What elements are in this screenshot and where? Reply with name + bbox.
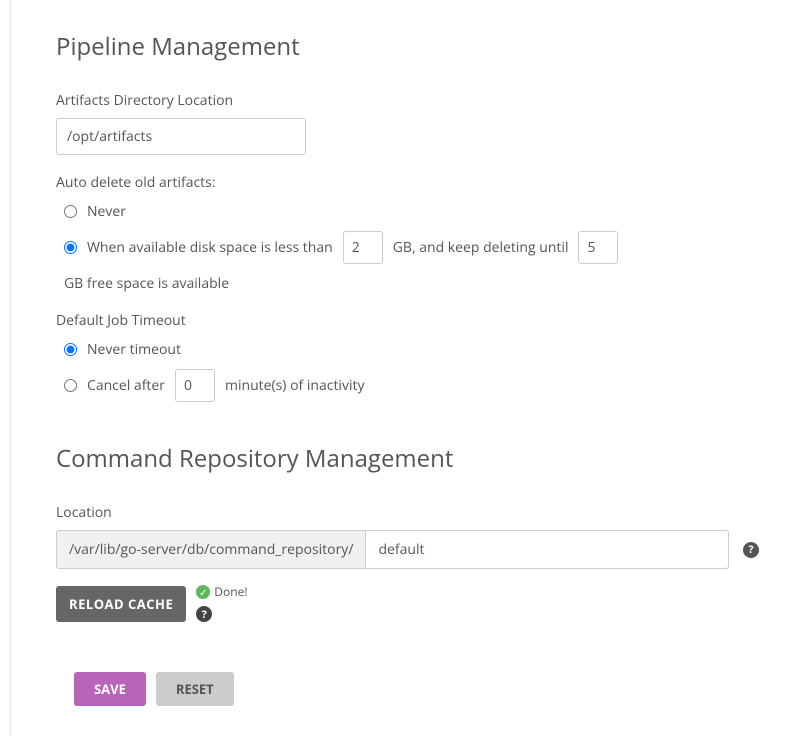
auto-delete-when-prefix: When available disk space is less than <box>87 238 333 257</box>
auto-delete-gb-mid: GB, and keep deleting until <box>393 238 569 257</box>
help-icon[interactable]: ? <box>743 542 759 558</box>
cmdrepo-location-label: Location <box>56 503 759 522</box>
help-icon[interactable]: ? <box>196 606 212 622</box>
timeout-cancel-radio[interactable] <box>64 379 77 392</box>
done-label: Done! <box>214 583 247 600</box>
artifacts-dir-label: Artifacts Directory Location <box>56 91 759 110</box>
reload-cache-button[interactable]: RELOAD CACHE <box>56 586 186 622</box>
pipeline-management-section: Pipeline Management Artifacts Directory … <box>56 30 759 402</box>
artifacts-dir-input[interactable] <box>56 118 306 155</box>
auto-delete-never-radio[interactable] <box>64 205 77 218</box>
auto-delete-never-label: Never <box>87 202 126 221</box>
cmdrepo-heading: Command Repository Management <box>56 442 759 475</box>
timeout-never-radio[interactable] <box>64 343 77 356</box>
cmdrepo-location-prefix: /var/lib/go-server/db/command_repository… <box>56 530 365 569</box>
auto-delete-keep-input[interactable] <box>578 231 618 264</box>
save-button[interactable]: SAVE <box>74 672 146 706</box>
pipeline-heading: Pipeline Management <box>56 30 759 63</box>
auto-delete-threshold-input[interactable] <box>343 231 383 264</box>
done-badge: ✓ Done! <box>196 583 247 600</box>
auto-delete-when-radio[interactable] <box>64 241 77 254</box>
auto-delete-label: Auto delete old artifacts: <box>56 173 759 192</box>
timeout-label: Default Job Timeout <box>56 311 759 330</box>
timeout-cancel-suffix: minute(s) of inactivity <box>225 376 365 395</box>
timeout-never-label: Never timeout <box>87 340 181 359</box>
check-icon: ✓ <box>196 585 210 599</box>
cmdrepo-location-input[interactable] <box>365 530 729 569</box>
auto-delete-gb-suffix: GB free space is available <box>64 274 229 293</box>
reset-button[interactable]: RESET <box>156 672 234 706</box>
command-repo-section: Command Repository Management Location /… <box>56 442 759 622</box>
timeout-minutes-input[interactable] <box>175 369 215 402</box>
timeout-cancel-prefix: Cancel after <box>87 376 165 395</box>
